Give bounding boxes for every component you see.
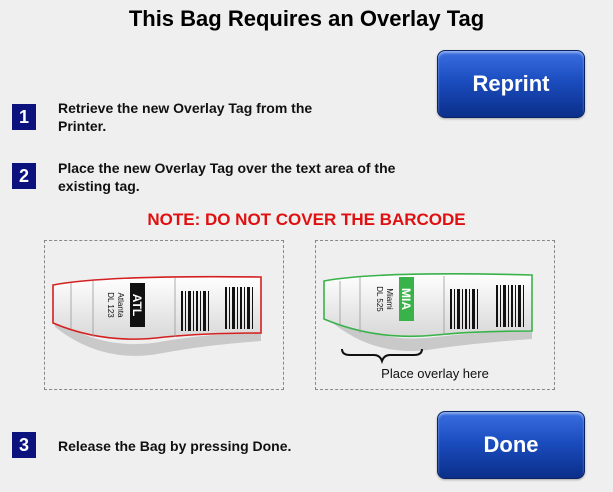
step-2-text: Place the new Overlay Tag over the text …	[58, 159, 518, 195]
step-2-line1: Place the new Overlay Tag over the text …	[58, 160, 396, 176]
step-1-number: 1	[12, 104, 36, 130]
overlay-caption: Place overlay here	[381, 366, 489, 381]
overlay-tag-city: Miami	[385, 288, 394, 310]
existing-tag-flight: DL 123	[106, 292, 115, 318]
step-3-text: Release the Bag by pressing Done.	[58, 437, 418, 455]
step-1-line1: Retrieve the new Overlay Tag from the	[58, 100, 313, 116]
step-3-line1: Release the Bag by pressing Done.	[58, 438, 292, 454]
step-3-number: 3	[12, 432, 36, 458]
existing-tag-city: Atlanta	[116, 293, 125, 318]
overlay-tag-panel: MIA Miami DL 525 Place overlay here	[315, 240, 555, 390]
step-1-text: Retrieve the new Overlay Tag from the Pr…	[58, 99, 418, 135]
done-button[interactable]: Done	[437, 411, 585, 479]
page-title: This Bag Requires an Overlay Tag	[128, 6, 485, 31]
step-1-line2: Printer.	[58, 118, 107, 134]
existing-tag-code: ATL	[130, 294, 144, 316]
reprint-button[interactable]: Reprint	[437, 50, 585, 118]
step-2-number: 2	[12, 163, 36, 189]
overlay-tag-flight: DL 525	[375, 286, 384, 312]
existing-tag-panel: ATL Atlanta DL 123	[44, 240, 284, 390]
step-2-line2: existing tag.	[58, 178, 140, 194]
overlay-tag-code: MIA	[399, 288, 413, 310]
overlay-note: NOTE: DO NOT COVER THE BARCODE	[147, 210, 466, 229]
existing-tag-image: ATL Atlanta DL 123	[52, 275, 262, 356]
